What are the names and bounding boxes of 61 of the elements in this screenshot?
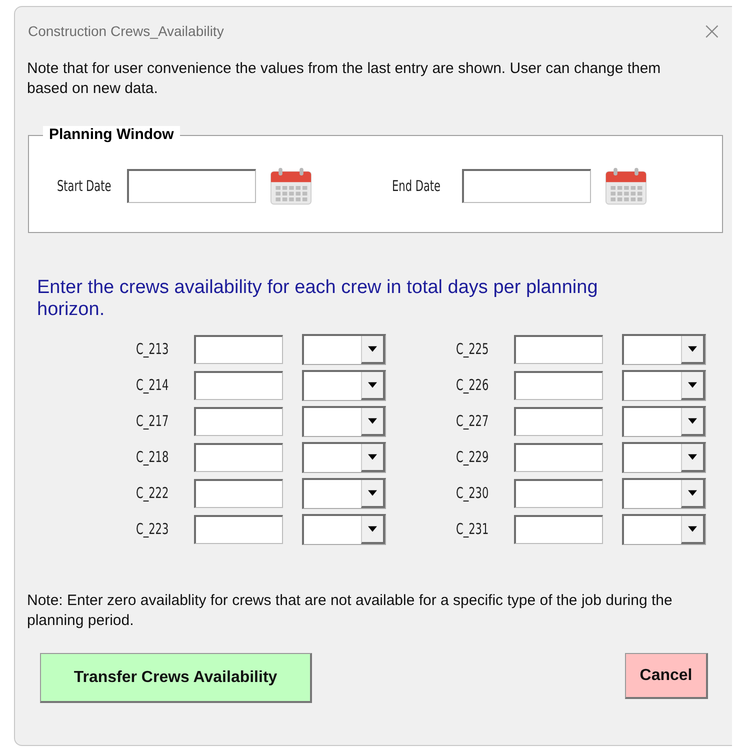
- dropdown[interactable]: [622, 514, 706, 544]
- availability-field[interactable]: [194, 334, 283, 364]
- dropdown-arrow-icon[interactable]: [688, 490, 697, 496]
- dropdown[interactable]: [622, 334, 706, 364]
- crew-label: C_223: [136, 520, 170, 538]
- dropdown-arrow-icon[interactable]: [368, 382, 377, 388]
- dropdown[interactable]: [302, 514, 386, 544]
- availability-field[interactable]: [194, 370, 283, 400]
- date-field[interactable]: [462, 169, 591, 203]
- availability-field[interactable]: [514, 370, 603, 400]
- availability-field[interactable]: [514, 334, 603, 364]
- dropdown[interactable]: [302, 442, 386, 472]
- crew-label: C_231: [456, 520, 490, 538]
- instruction-text: Enter the crews availability for each crew in total days per planning horizon.: [37, 277, 599, 321]
- crew-label: C_229: [456, 448, 490, 466]
- availability-field[interactable]: [514, 406, 603, 436]
- calendar-icon[interactable]: [605, 166, 647, 206]
- dropdown-arrow-icon[interactable]: [368, 418, 377, 424]
- availability-field[interactable]: [514, 478, 603, 508]
- dropdown-arrow-icon[interactable]: [688, 526, 697, 532]
- crew-label: C_217: [136, 412, 170, 430]
- dropdown[interactable]: [622, 370, 706, 400]
- availability-field[interactable]: [194, 514, 283, 544]
- dropdown-arrow-icon[interactable]: [368, 454, 377, 460]
- dropdown[interactable]: [302, 478, 386, 508]
- cancel-button[interactable]: Cancel: [625, 653, 708, 699]
- dropdown-arrow-icon[interactable]: [368, 346, 377, 352]
- dropdown-arrow-icon[interactable]: [688, 454, 697, 460]
- crew-label: C_213: [136, 340, 170, 358]
- availability-field[interactable]: [514, 442, 603, 472]
- note-text: Note that for user convenience the values from the last entry are shown. User can change them based on new data.: [27, 59, 662, 99]
- window-title: Construction Crews_Availability: [28, 23, 224, 39]
- crew-label: C_226: [456, 376, 490, 394]
- dropdown[interactable]: [622, 406, 706, 436]
- transfer-button[interactable]: Transfer Crews Availability: [40, 653, 312, 703]
- dropdown-arrow-icon[interactable]: [688, 418, 697, 424]
- availability-field[interactable]: [514, 514, 603, 544]
- dropdown[interactable]: [302, 370, 386, 400]
- dropdown-arrow-icon[interactable]: [688, 382, 697, 388]
- dropdown-arrow-icon[interactable]: [688, 346, 697, 352]
- dropdown[interactable]: [622, 442, 706, 472]
- frame-title: Planning Window: [43, 126, 180, 143]
- field-label: Start Date: [57, 177, 112, 195]
- dropdown[interactable]: [302, 406, 386, 436]
- availability-field[interactable]: [194, 442, 283, 472]
- crew-label: C_230: [456, 484, 490, 502]
- crew-label: C_214: [136, 376, 170, 394]
- dropdown-arrow-icon[interactable]: [368, 526, 377, 532]
- dropdown[interactable]: [302, 334, 386, 364]
- date-field[interactable]: [127, 169, 256, 203]
- crew-label: C_222: [136, 484, 170, 502]
- note-text: Note: Enter zero availablity for crews that are not available for a specific type of the job during the planning period.: [27, 591, 674, 631]
- field-label: End Date: [392, 177, 442, 195]
- crew-label: C_225: [456, 340, 490, 358]
- crew-label: C_227: [456, 412, 490, 430]
- availability-field[interactable]: [194, 406, 283, 436]
- dropdown-arrow-icon[interactable]: [368, 490, 377, 496]
- calendar-icon[interactable]: [270, 166, 312, 206]
- availability-field[interactable]: [194, 478, 283, 508]
- dropdown[interactable]: [622, 478, 706, 508]
- crew-label: C_218: [136, 448, 170, 466]
